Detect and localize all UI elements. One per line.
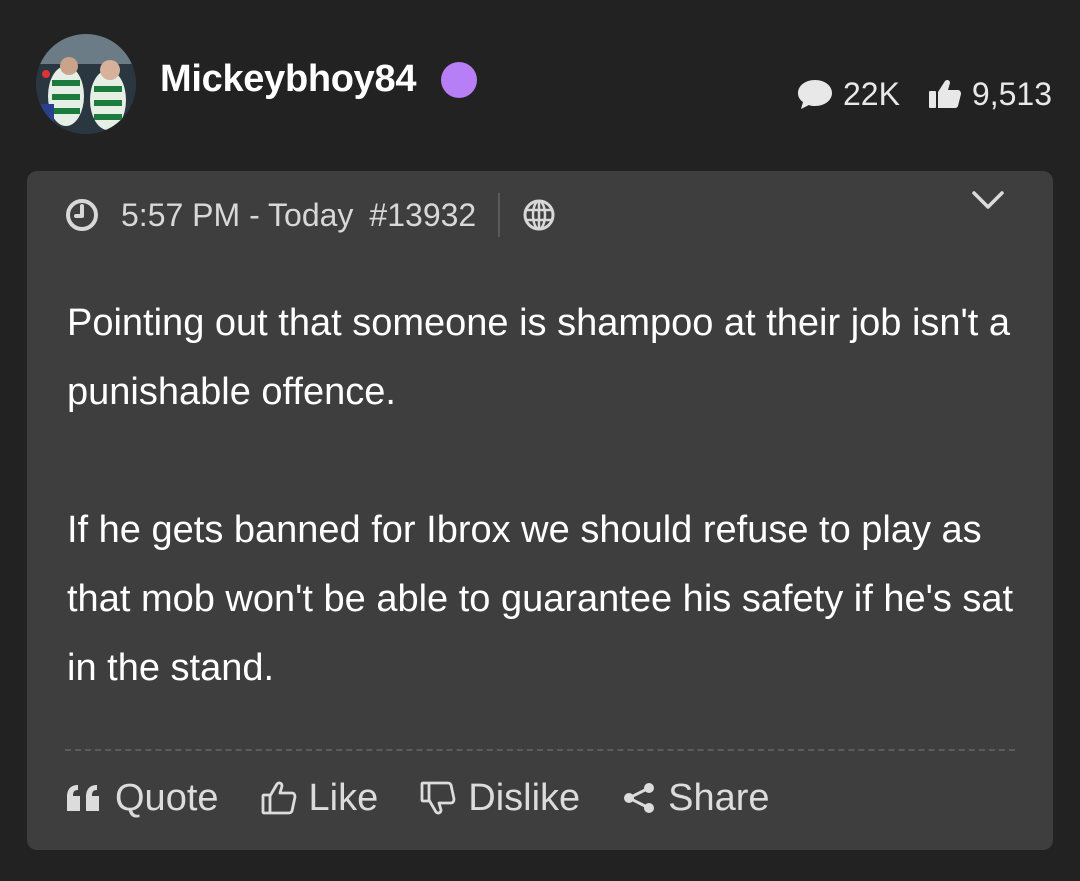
post-card: 5:57 PM - Today #13932 Pointing out that…: [27, 171, 1053, 850]
like-button[interactable]: Like: [261, 776, 379, 820]
online-status-dot: [441, 62, 477, 98]
quote-label: Quote: [115, 776, 219, 819]
page: Mickeybhoy84 22K 9,513 5:57 PM - Today #…: [0, 0, 1080, 881]
like-label: Like: [308, 776, 379, 819]
username[interactable]: Mickeybhoy84: [160, 58, 416, 101]
user-stats: 22K 9,513: [797, 74, 1052, 114]
like-count: 9,513: [971, 75, 1052, 112]
post-paragraph: Pointing out that someone is shampoo at …: [67, 302, 1011, 413]
post-body: Pointing out that someone is shampoo at …: [67, 289, 1027, 703]
quote-button[interactable]: Quote: [65, 777, 219, 820]
post-number[interactable]: #13932: [369, 197, 476, 234]
share-icon: [624, 783, 655, 813]
comment-count-stat: 22K: [797, 76, 900, 113]
dislike-button[interactable]: Dislike: [420, 777, 580, 820]
post-header: Mickeybhoy84 22K 9,513: [0, 0, 1080, 170]
chat-bubble-icon: [797, 80, 832, 109]
globe-icon: [523, 199, 555, 231]
thumbs-up-icon: [928, 79, 961, 108]
share-button[interactable]: Share: [622, 776, 770, 820]
like-icon: [261, 781, 296, 815]
clock-icon: [66, 199, 98, 231]
chevron-down-icon[interactable]: [971, 189, 1005, 211]
post-actions: Quote Like Dislike Share: [65, 773, 770, 823]
like-count-stat: 9,513: [928, 76, 1052, 113]
dislike-icon: [420, 781, 456, 815]
post-paragraph: If he gets banned for Ibrox we should re…: [67, 509, 1014, 689]
share-label: Share: [668, 776, 770, 819]
post-meta: 5:57 PM - Today #13932: [65, 193, 556, 237]
comment-count: 22K: [842, 75, 900, 112]
actions-divider: [65, 749, 1015, 751]
quote-icon: [67, 785, 99, 811]
dislike-label: Dislike: [468, 776, 581, 819]
meta-divider: [498, 193, 501, 237]
avatar[interactable]: [36, 34, 136, 134]
post-time: 5:57 PM - Today: [121, 196, 354, 233]
